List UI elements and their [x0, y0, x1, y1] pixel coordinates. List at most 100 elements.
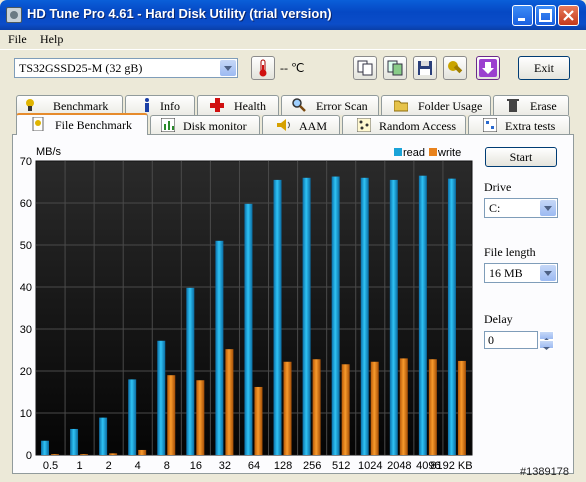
read-bar: [186, 287, 195, 455]
drive-selector[interactable]: TS32GSSD25-M (32 gB): [14, 58, 238, 78]
x-tick-label: 8: [164, 460, 170, 472]
maximize-icon: [539, 9, 552, 22]
title-bar: HD Tune Pro 4.61 - Hard Disk Utility (tr…: [0, 0, 586, 30]
spin-up-button[interactable]: [539, 331, 554, 341]
app-icon: [6, 7, 22, 23]
tab-erase[interactable]: Erase: [493, 95, 569, 115]
random-access-icon: [357, 118, 371, 132]
tab-aam[interactable]: AAM: [262, 115, 340, 135]
minimize-icon: [518, 18, 525, 21]
read-bar: [389, 179, 398, 455]
read-bar: [128, 379, 137, 455]
x-tick-label: 1: [77, 460, 83, 472]
chevron-down-icon[interactable]: [540, 200, 556, 216]
tab-health[interactable]: Health: [197, 95, 279, 115]
tab-random-access[interactable]: Random Access: [342, 115, 466, 135]
extra-tests-icon: [483, 118, 497, 132]
legend-read-swatch: [394, 148, 402, 156]
write-bar: [428, 359, 437, 455]
minimize-button[interactable]: [512, 5, 533, 26]
download-arrow-icon: [479, 59, 497, 77]
drive-combo-value: C:: [489, 201, 501, 215]
watermark-text: #1389178: [520, 466, 569, 478]
x-tick-label: 8192 KB: [430, 460, 472, 472]
x-tick-label: 512: [332, 460, 350, 472]
y-tick-label: 10: [20, 408, 32, 420]
read-bar: [41, 440, 49, 455]
menu-file[interactable]: File: [8, 32, 27, 47]
write-bar: [80, 454, 89, 455]
y-tick-label: 20: [20, 366, 32, 378]
chevron-down-icon[interactable]: [540, 265, 556, 281]
download-button[interactable]: [476, 56, 500, 80]
x-tick-label: 0.5: [43, 460, 58, 472]
write-bar: [109, 453, 118, 455]
delay-spinner: [539, 331, 554, 350]
benchmark-chart: MB/s 0 10 20 30 40 50 60 70 0.5 1 2 4 8 16 32 64 128 256 51…: [14, 143, 474, 482]
delay-input[interactable]: 0: [484, 331, 538, 349]
close-icon: [563, 10, 574, 21]
tab-error-scan[interactable]: Error Scan: [281, 95, 379, 115]
x-tick-label: 32: [219, 460, 231, 472]
copy-icon: [357, 60, 373, 76]
x-tick-label: 64: [248, 460, 260, 472]
tab-extra-tests[interactable]: Extra tests: [468, 115, 570, 135]
x-tick-label: 128: [274, 460, 292, 472]
x-tick-label: 2: [106, 460, 112, 472]
read-bar: [273, 179, 282, 455]
y-tick-label: 50: [20, 240, 32, 252]
read-bar: [418, 175, 427, 455]
x-tick-label: 1024: [358, 460, 382, 472]
write-bar: [457, 360, 466, 455]
close-button[interactable]: [558, 5, 579, 26]
maximize-button[interactable]: [535, 5, 556, 26]
read-bar: [302, 177, 311, 456]
exit-button[interactable]: Exit: [518, 56, 570, 80]
info-icon: [145, 98, 149, 112]
write-bar: [51, 454, 59, 455]
disk-monitor-icon: [161, 118, 175, 132]
delay-label: Delay: [484, 312, 513, 326]
write-bar: [167, 375, 176, 455]
copy-text-button[interactable]: [353, 56, 377, 80]
file-length-combo[interactable]: 16 MB: [484, 263, 558, 283]
tab-disk-monitor[interactable]: Disk monitor: [150, 115, 260, 135]
write-bar: [370, 361, 379, 455]
wrench-icon: [448, 61, 463, 74]
start-button[interactable]: Start: [485, 147, 557, 167]
drive-combo[interactable]: C:: [484, 198, 558, 218]
tab-folder-usage[interactable]: Folder Usage: [381, 95, 491, 115]
write-bar: [254, 386, 263, 455]
save-button[interactable]: [413, 56, 437, 80]
write-bar: [341, 364, 350, 455]
drive-selector-value: TS32GSSD25-M (32 gB): [19, 61, 143, 75]
menu-bar: File Help: [0, 30, 586, 49]
drive-label: Drive: [484, 180, 512, 194]
legend-write-label: write: [437, 147, 461, 159]
file-length-value: 16 MB: [489, 266, 523, 280]
write-bar: [283, 361, 292, 455]
tab-info[interactable]: Info: [125, 95, 195, 115]
chevron-down-icon[interactable]: [220, 60, 236, 76]
read-bar: [360, 177, 369, 456]
y-tick-label: 0: [26, 450, 32, 462]
copy-screenshot-button[interactable]: [383, 56, 407, 80]
y-tick-label: 70: [20, 156, 32, 168]
write-bar: [138, 449, 147, 455]
x-tick-label: 2048: [387, 460, 411, 472]
options-button[interactable]: [443, 56, 467, 80]
tab-file-benchmark[interactable]: File Benchmark: [16, 113, 148, 135]
floppy-disk-icon: [418, 61, 432, 75]
legend-read-label: read: [403, 147, 425, 159]
speaker-icon: [277, 119, 290, 131]
folder-icon: [394, 100, 408, 112]
spin-down-button[interactable]: [539, 340, 554, 350]
y-tick-label: 60: [20, 198, 32, 210]
read-bar: [70, 428, 79, 455]
temperature-button[interactable]: [251, 56, 275, 80]
window-title: HD Tune Pro 4.61 - Hard Disk Utility (tr…: [27, 6, 332, 21]
toolbar: TS32GSSD25-M (32 gB) -- ℃ Exit: [0, 49, 586, 90]
menu-help[interactable]: Help: [40, 32, 63, 47]
tab-benchmark[interactable]: Benchmark: [16, 95, 123, 115]
health-icon: [210, 98, 224, 112]
